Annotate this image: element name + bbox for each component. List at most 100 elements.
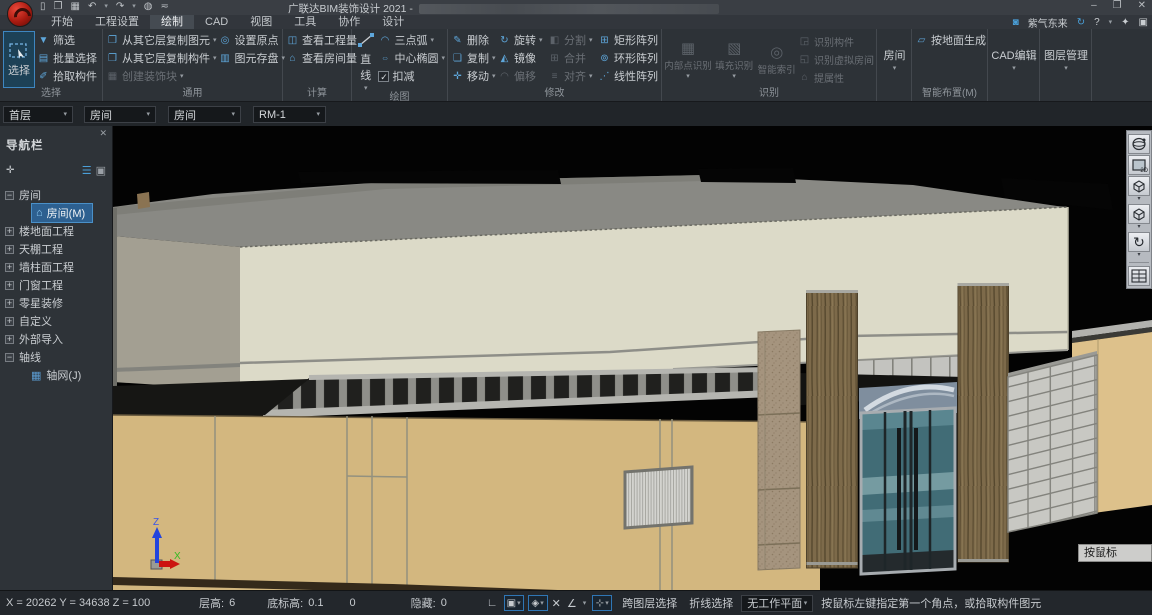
undo-icon[interactable]: ↶ bbox=[88, 1, 96, 12]
filter-button[interactable]: ▼ 筛选 bbox=[37, 31, 97, 49]
pin-icon[interactable]: ✛ bbox=[6, 165, 14, 176]
tree-item-axis[interactable]: − 轴线 bbox=[0, 348, 112, 366]
customize-toolbar-icon[interactable]: ≂ bbox=[160, 1, 168, 12]
tab-draw[interactable]: 绘制 bbox=[150, 15, 194, 29]
fill-recognize-button[interactable]: ▧ 填充识别 ▾ bbox=[713, 39, 755, 80]
tree-item-wall-column-works[interactable]: + 墙柱面工程 bbox=[0, 258, 112, 276]
new-file-icon[interactable]: ▯ bbox=[40, 1, 46, 12]
theme-icon[interactable]: ✦ bbox=[1121, 17, 1129, 28]
panel-close-icon[interactable]: ✕ bbox=[99, 128, 107, 139]
rotate-view-caret-icon[interactable]: ▾ bbox=[1137, 253, 1140, 259]
deduct-checkbox[interactable]: ✓ 扣减 bbox=[378, 67, 445, 85]
room-button[interactable]: 房间 ▾ bbox=[880, 31, 909, 88]
tree-item-door-window-works[interactable]: + 门窗工程 bbox=[0, 276, 112, 294]
panel-toggle-icon[interactable]: ▣ bbox=[1139, 17, 1148, 28]
expand-icon[interactable]: + bbox=[5, 335, 14, 344]
undo-caret-icon[interactable]: ▾ bbox=[104, 3, 108, 10]
line-tool-button[interactable]: 直线 ▾ bbox=[355, 31, 376, 92]
angle-snap-caret-icon[interactable]: ▾ bbox=[583, 600, 587, 607]
user-name[interactable]: 紫气东来 bbox=[1028, 15, 1068, 30]
copy-elements-from-layer-button[interactable]: ❐ 从其它层复制图元 ▾ bbox=[106, 31, 217, 49]
tree-item-floor-works[interactable]: + 楼地面工程 bbox=[0, 222, 112, 240]
create-decoration-block-button[interactable]: ▦ 创建装饰块 ▾ bbox=[106, 67, 217, 85]
app-logo[interactable] bbox=[7, 1, 33, 27]
tab-view[interactable]: 视图 bbox=[239, 15, 283, 29]
delete-button[interactable]: ✎ 删除 bbox=[451, 31, 496, 49]
tracking-toggle[interactable]: ⊹ ▾ bbox=[592, 595, 612, 611]
tree-item-room-group[interactable]: − 房间 bbox=[0, 186, 112, 204]
account-sphere-icon[interactable]: ◍ bbox=[144, 1, 153, 12]
expand-icon[interactable]: + bbox=[5, 317, 14, 326]
tree-item-external-import[interactable]: + 外部导入 bbox=[0, 330, 112, 348]
ortho-toggle-icon[interactable]: ∟ bbox=[487, 597, 498, 609]
polyline-select-button[interactable]: 折线选择 bbox=[689, 595, 733, 611]
recognize-component-button[interactable]: ◲ 识别构件 bbox=[798, 33, 874, 51]
view-room-quantity-button[interactable]: ⌂ 查看房间量 bbox=[286, 49, 357, 67]
rotate-button[interactable]: ↻ 旋转 ▾ bbox=[498, 31, 546, 49]
rotate-view-button[interactable]: ↻ bbox=[1128, 232, 1150, 252]
view-iso-caret-icon[interactable]: ▾ bbox=[1137, 225, 1140, 231]
collapse-icon[interactable]: − bbox=[5, 191, 14, 200]
tree-item-room-selected[interactable]: ⌂ 房间(M) bbox=[0, 204, 112, 222]
cross-layer-select-button[interactable]: 跨图层选择 bbox=[622, 595, 677, 611]
recognize-virtual-room-button[interactable]: ◱ 识别虚拟房间 bbox=[798, 51, 874, 69]
minimize-button[interactable]: – bbox=[1091, 0, 1097, 11]
expand-icon[interactable]: + bbox=[5, 245, 14, 254]
merge-button[interactable]: ⊞ 合并 bbox=[548, 49, 596, 67]
tree-item-custom[interactable]: + 自定义 bbox=[0, 312, 112, 330]
sync-icon[interactable]: ↻ bbox=[1077, 17, 1085, 28]
angle-snap-icon[interactable]: ∠ bbox=[567, 597, 577, 610]
generate-by-floor-button[interactable]: ▱ 按地面生成 bbox=[915, 31, 986, 49]
tab-tools[interactable]: 工具 bbox=[283, 15, 327, 29]
view-cube-toggle[interactable]: ◈ ▾ bbox=[528, 595, 548, 611]
tree-item-axis-grid[interactable]: ▦ 轴网(J) bbox=[0, 366, 112, 384]
polar-array-button[interactable]: ⊚ 环形阵列 bbox=[598, 49, 658, 67]
view-quantity-button[interactable]: ◫ 查看工程量 bbox=[286, 31, 357, 49]
tree-item-misc-decoration[interactable]: + 零星装修 bbox=[0, 294, 112, 312]
inner-point-recognize-button[interactable]: ▦ 内部点识别 ▾ bbox=[665, 39, 711, 80]
split-button[interactable]: ◧ 分割 ▾ bbox=[548, 31, 596, 49]
close-button[interactable]: ✕ bbox=[1138, 0, 1146, 11]
view-3d-caret-icon[interactable]: ▾ bbox=[1137, 197, 1140, 203]
tree-item-ceiling-works[interactable]: + 天棚工程 bbox=[0, 240, 112, 258]
panel-view-icon[interactable]: ▣ bbox=[96, 164, 106, 177]
save-elements-button[interactable]: ▥ 图元存盘 ▾ bbox=[219, 49, 286, 67]
tab-design[interactable]: 设计 bbox=[371, 15, 415, 29]
expand-icon[interactable]: + bbox=[5, 299, 14, 308]
view-3d-button[interactable] bbox=[1128, 176, 1150, 196]
tab-start[interactable]: 开始 bbox=[40, 15, 84, 29]
save-icon[interactable]: ▦ bbox=[70, 1, 79, 12]
help-caret-icon[interactable]: ▾ bbox=[1109, 19, 1113, 26]
list-view-icon[interactable]: ☰ bbox=[82, 164, 92, 177]
center-ellipse-button[interactable]: ○ 中心椭圆 ▾ bbox=[378, 49, 445, 67]
move-button[interactable]: ✛ 移动 ▾ bbox=[451, 67, 496, 85]
crossing-toggle-icon[interactable]: ✕ bbox=[552, 597, 561, 610]
redo-icon[interactable]: ↷ bbox=[116, 1, 124, 12]
mirror-button[interactable]: ◭ 镜像 bbox=[498, 49, 546, 67]
restore-button[interactable]: ❐ bbox=[1113, 0, 1122, 11]
pick-component-button[interactable]: ✐ 拾取构件 bbox=[37, 67, 97, 85]
collapse-icon[interactable]: − bbox=[5, 353, 14, 362]
type-select[interactable]: 房间▾ bbox=[168, 106, 241, 123]
set-origin-button[interactable]: ◎ 设置原点 bbox=[219, 31, 286, 49]
orbit-tool-button[interactable] bbox=[1128, 134, 1150, 154]
viewport-3d-canvas[interactable]: Z X bbox=[113, 126, 1152, 590]
view-iso-button[interactable] bbox=[1128, 204, 1150, 224]
redo-caret-icon[interactable]: ▾ bbox=[132, 3, 136, 10]
expand-icon[interactable]: + bbox=[5, 263, 14, 272]
expand-icon[interactable]: + bbox=[5, 281, 14, 290]
cad-edit-button[interactable]: CAD编辑 ▾ bbox=[991, 31, 1037, 88]
selection-box-toggle[interactable]: ▣ ▾ bbox=[504, 595, 524, 611]
schedule-table-button[interactable] bbox=[1128, 266, 1150, 286]
rect-array-button[interactable]: ⊞ 矩形阵列 bbox=[598, 31, 658, 49]
batch-select-button[interactable]: ▤ 批量选择 bbox=[37, 49, 97, 67]
open-file-icon[interactable]: ❐ bbox=[54, 1, 63, 12]
copy-button[interactable]: ❏ 复制 ▾ bbox=[451, 49, 496, 67]
copy-components-from-layer-button[interactable]: ❐ 从其它层复制构件 ▾ bbox=[106, 49, 217, 67]
avatar-icon[interactable]: ◙ bbox=[1013, 17, 1019, 28]
category-select[interactable]: 房间▾ bbox=[84, 106, 156, 123]
floor-select[interactable]: 首层▾ bbox=[3, 106, 73, 123]
workplane-select[interactable]: 无工作平面 ▾ bbox=[741, 595, 813, 612]
select-button[interactable]: 选择 bbox=[3, 31, 35, 88]
name-select[interactable]: RM-1▾ bbox=[253, 106, 326, 123]
